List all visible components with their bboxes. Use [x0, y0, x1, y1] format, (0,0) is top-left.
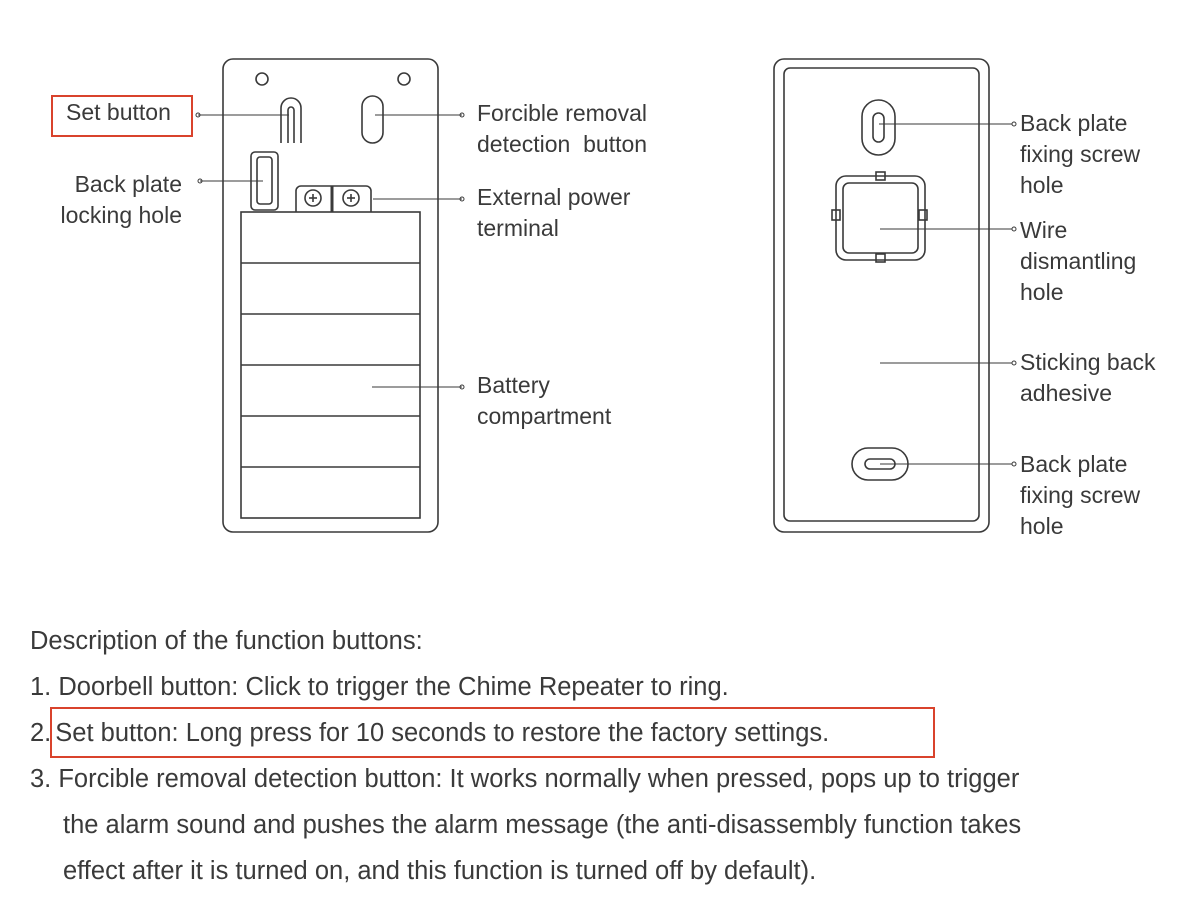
description-heading: Description of the function buttons: — [30, 627, 423, 655]
top-screw-hole-shape — [861, 99, 896, 156]
label-back-plate-locking-hole: Back plate locking hole — [60, 171, 182, 228]
description-item-2-number: 2. — [30, 719, 52, 747]
label-sticking-back-adhesive: Sticking back adhesive — [1020, 349, 1156, 406]
mount-hole-left — [255, 72, 269, 86]
device-diagram — [195, 58, 1017, 533]
description-item-3-line-2: the alarm sound and pushes the alarm mes… — [63, 811, 1022, 839]
label-fixing-screw-hole-top: Back plate fixing screw hole — [1020, 110, 1141, 198]
forcible-removal-button-shape — [361, 95, 384, 144]
item-2-highlight — [50, 707, 935, 758]
back-plate-body — [773, 58, 990, 533]
label-fixing-screw-hole-bottom: Back plate fixing screw hole — [1020, 451, 1141, 539]
label-set-button: Set button — [66, 99, 171, 125]
description-item-1: 1. Doorbell button: Click to trigger the… — [30, 673, 729, 701]
description-item-3-line-3: effect after it is turned on, and this f… — [63, 857, 817, 885]
label-forcible-removal: Forcible removal detection button — [477, 100, 648, 157]
wire-dismantling-hole-shape — [835, 175, 926, 261]
set-button-shape — [280, 97, 302, 143]
left-device-body — [222, 58, 439, 533]
mount-hole-right — [397, 72, 411, 86]
label-external-power-terminal: External power terminal — [477, 184, 631, 241]
label-battery-compartment: Battery compartment — [477, 372, 612, 429]
description-item-3-line-1: 3. Forcible removal detection button: It… — [30, 765, 1020, 793]
label-wire-dismantling-hole: Wire dismantling hole — [1020, 217, 1137, 305]
